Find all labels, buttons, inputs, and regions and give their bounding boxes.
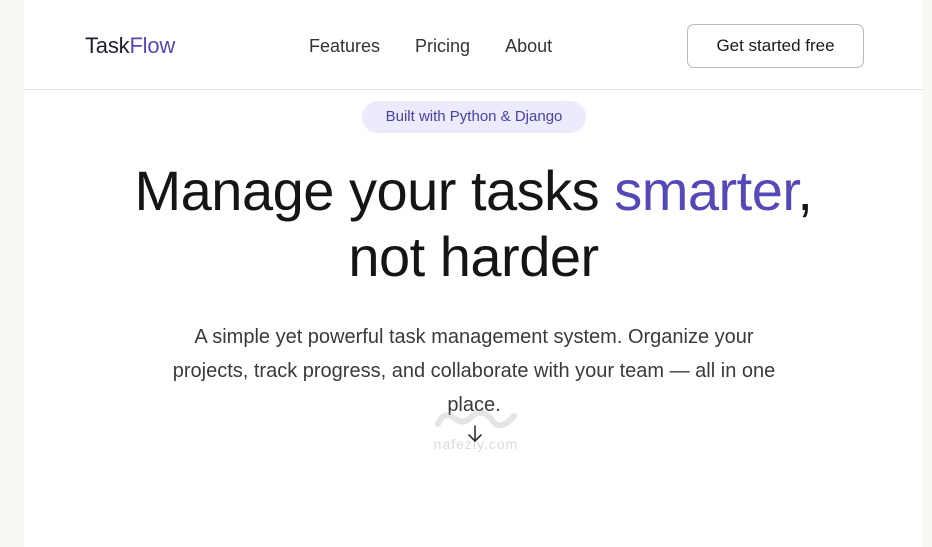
page: TaskFlow Features Pricing About Get star… xyxy=(24,0,923,547)
headline-line-2: not harder xyxy=(348,225,599,288)
nav-links: Features Pricing About xyxy=(309,34,587,58)
hero-subtitle: A simple yet powerful task management sy… xyxy=(172,326,776,416)
hero-headline: Manage your tasks smarter, not harder xyxy=(24,158,923,290)
nav-link-pricing[interactable]: Pricing xyxy=(415,34,470,58)
headline-text-2: , xyxy=(797,159,813,222)
headline-accent: smarter xyxy=(614,159,798,222)
headline-text-1: Manage your tasks xyxy=(134,159,615,222)
brand-suffix: Flow xyxy=(129,33,176,58)
brand-prefix: Task xyxy=(85,33,130,58)
tech-badge: Built with Python & Django xyxy=(362,101,586,133)
nav-link-features[interactable]: Features xyxy=(309,34,380,58)
get-started-button[interactable]: Get started free xyxy=(687,24,864,68)
brand-logo[interactable]: TaskFlow xyxy=(85,32,175,60)
navbar: TaskFlow Features Pricing About Get star… xyxy=(24,0,923,90)
nav-link-about[interactable]: About xyxy=(505,34,552,58)
arrow-down-icon[interactable] xyxy=(464,423,486,445)
